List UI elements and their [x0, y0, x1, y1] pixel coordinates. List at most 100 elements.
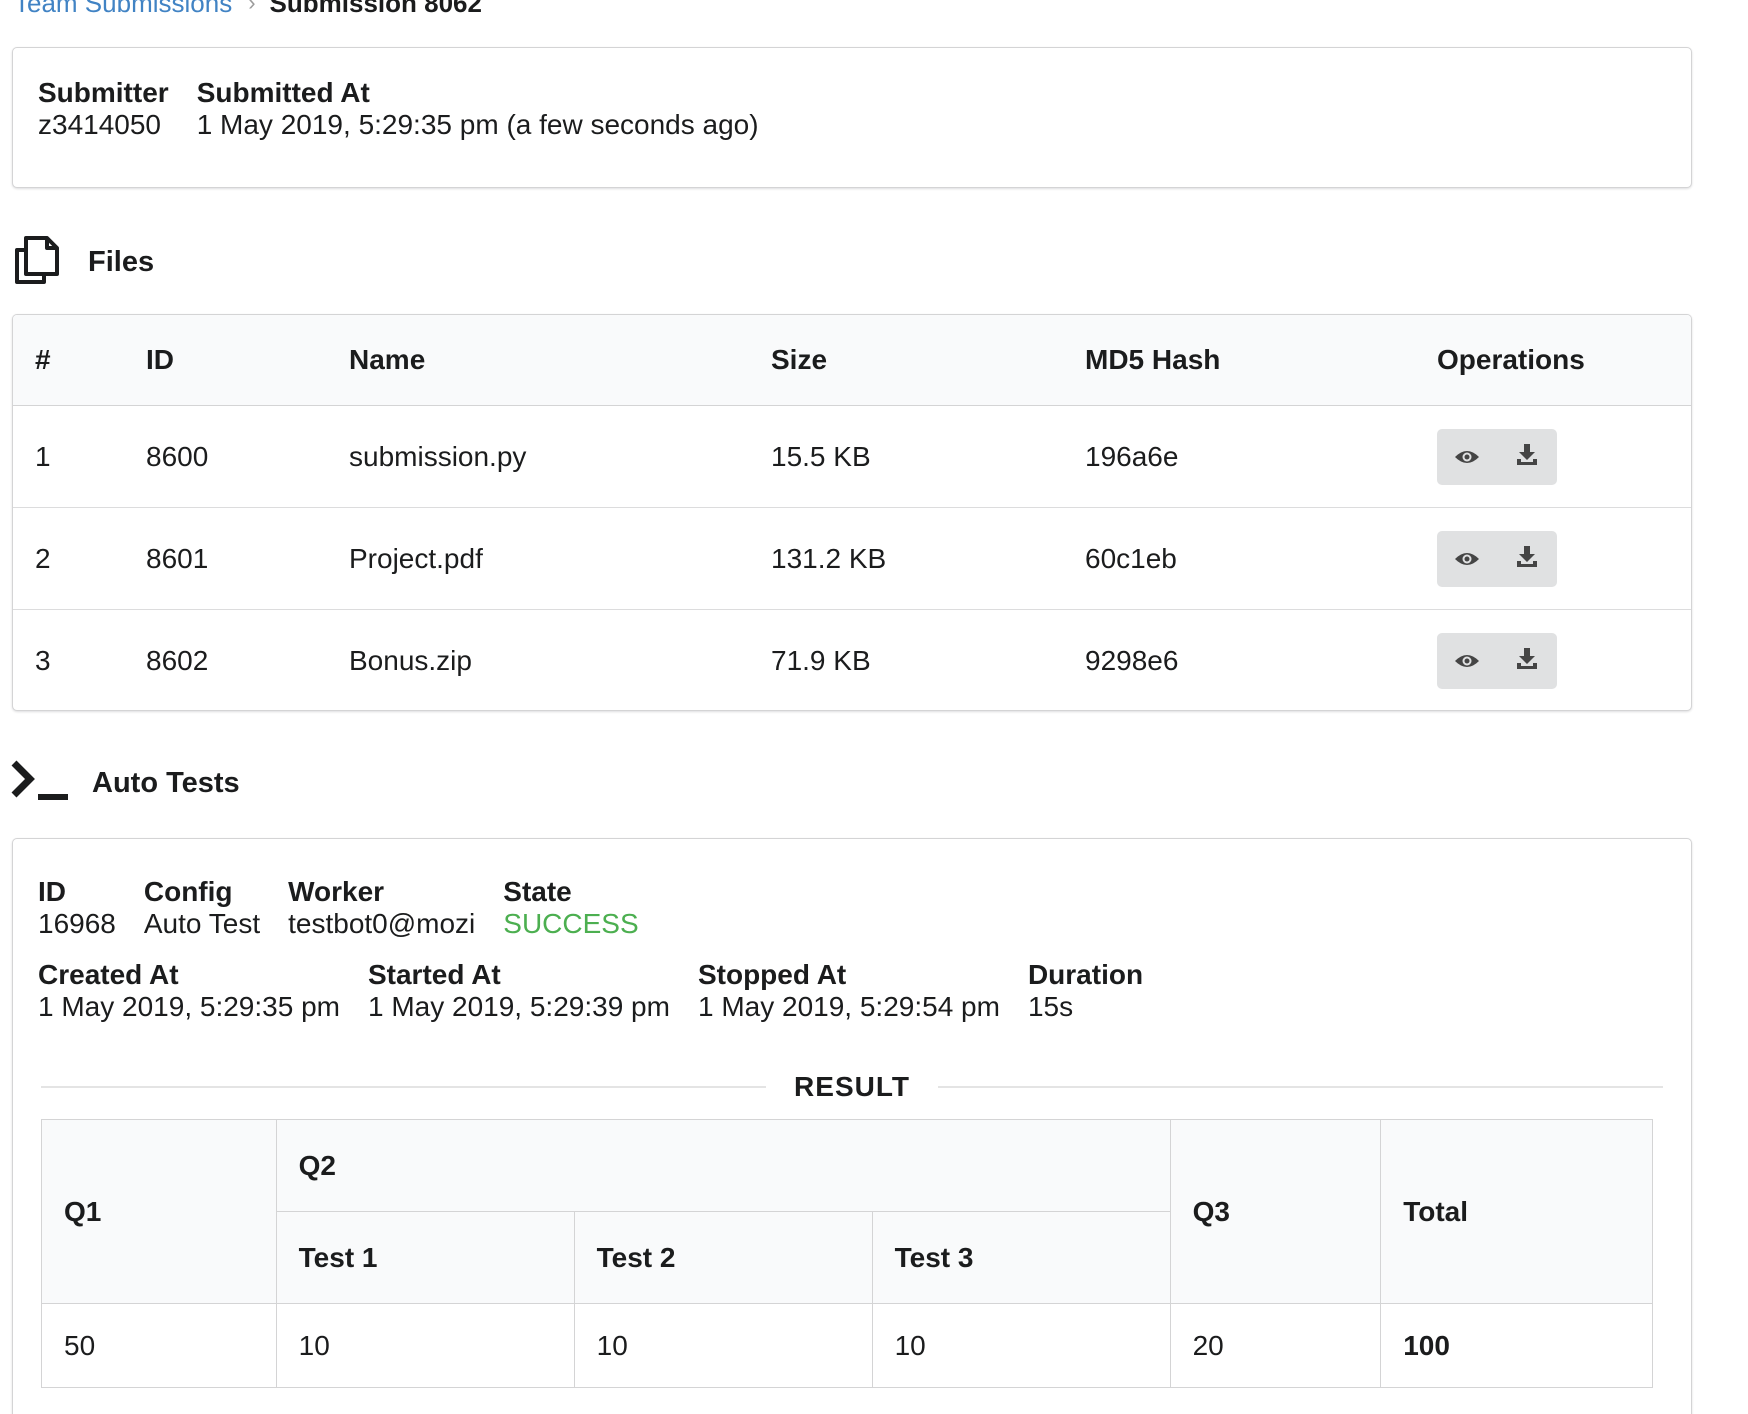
file-md5: 60c1eb — [1063, 507, 1415, 610]
result-header-total: Total — [1380, 1119, 1653, 1304]
files-title: Files — [88, 245, 155, 278]
table-row: 3 8602 Bonus.zip 71.9 KB 9298e6 — [13, 610, 1691, 711]
result-value-test-3: 10 — [871, 1303, 1171, 1388]
files-table-header-row: # ID Name Size MD5 Hash Operations — [13, 315, 1691, 406]
stopped-at-field: Stopped At 1 May 2019, 5:29:54 pm — [698, 959, 1000, 1023]
files-table: # ID Name Size MD5 Hash Operations 1 860… — [13, 315, 1691, 711]
terminal-icon — [10, 759, 70, 808]
stopped-at-label: Stopped At — [697, 959, 847, 990]
config-value: Auto Test — [143, 908, 261, 939]
auto-test-info-row-1: ID 16968 Config Auto Test Worker testbot… — [38, 876, 667, 940]
breadcrumb-team-submissions-link[interactable]: Team Submissions — [14, 0, 232, 18]
result-value-test-2: 10 — [573, 1303, 873, 1388]
worker-label: Worker — [288, 876, 385, 907]
result-header-test-2: Test 2 — [573, 1211, 873, 1304]
file-id: 8601 — [124, 507, 327, 610]
breadcrumb-current: Submission 8062 — [269, 0, 482, 18]
result-value-q3: 20 — [1169, 1303, 1382, 1388]
file-number: 3 — [35, 644, 51, 676]
file-operations — [1415, 610, 1691, 711]
state-value: SUCCESS — [503, 908, 639, 939]
submitter-label: Submitter — [38, 77, 169, 108]
download-icon — [1515, 645, 1539, 677]
breadcrumb: Team Submissions › Submission 8062 — [14, 0, 482, 18]
view-button[interactable] — [1437, 633, 1497, 689]
auto-test-info-row-2: Created At 1 May 2019, 5:29:35 pm Starte… — [38, 959, 1171, 1023]
state-field: State SUCCESS — [503, 876, 638, 940]
view-button[interactable] — [1437, 531, 1497, 587]
started-at-label: Started At — [367, 959, 501, 990]
operations-button-group — [1437, 530, 1557, 587]
auto-tests-title: Auto Tests — [92, 766, 240, 799]
config-field: Config Auto Test — [144, 876, 260, 940]
result-label: RESULT — [794, 1071, 910, 1102]
column-header-number[interactable]: # — [13, 315, 124, 406]
duration-value: 15s — [1027, 991, 1074, 1022]
column-header-id[interactable]: ID — [124, 315, 327, 406]
auto-tests-section-header: Auto Tests — [10, 758, 240, 808]
submission-info-segment: Submitter z3414050 Submitted At 1 May 20… — [12, 47, 1692, 188]
submitter-field: Submitter z3414050 — [38, 77, 169, 141]
result-header-q2: Q2 — [275, 1119, 1171, 1212]
result-header-q1: Q1 — [41, 1119, 277, 1304]
download-button[interactable] — [1497, 633, 1557, 689]
eye-icon — [1454, 441, 1480, 473]
file-operations — [1415, 507, 1691, 610]
test-id-label: ID — [38, 876, 66, 907]
divider-line-left — [41, 1086, 767, 1088]
copy-icon — [14, 235, 60, 290]
duration-field: Duration 15s — [1028, 959, 1143, 1023]
created-at-value: 1 May 2019, 5:29:35 pm — [38, 991, 340, 1022]
file-md5: 196a6e — [1063, 405, 1415, 508]
file-name: submission.py — [327, 405, 749, 508]
column-header-md5[interactable]: MD5 Hash — [1063, 315, 1415, 406]
file-id: 8602 — [146, 644, 209, 676]
eye-icon — [1454, 543, 1480, 575]
column-header-operations: Operations — [1415, 315, 1691, 406]
eye-icon — [1454, 645, 1480, 677]
submitted-at-label: Submitted At — [196, 77, 370, 108]
test-id-field: ID 16968 — [38, 876, 116, 940]
view-button[interactable] — [1437, 429, 1497, 485]
file-number: 2 — [13, 507, 124, 610]
column-header-size[interactable]: Size — [749, 315, 1063, 406]
state-label: State — [503, 876, 572, 907]
result-header-row-1: Q1 Q2 Q3 Total — [41, 1119, 1653, 1304]
result-values-row: 50 10 10 10 20 100 — [41, 1303, 1653, 1388]
config-label: Config — [143, 876, 233, 907]
divider-line-right — [937, 1086, 1664, 1088]
submission-info-row: Submitter z3414050 Submitted At 1 May 20… — [38, 77, 787, 141]
download-button[interactable] — [1497, 429, 1557, 485]
stopped-at-value: 1 May 2019, 5:29:54 pm — [697, 991, 1000, 1022]
files-section-header: Files — [14, 235, 155, 290]
created-at-label: Created At — [38, 959, 179, 990]
worker-field: Worker testbot0@mozi — [288, 876, 475, 940]
table-row: 1 8600 submission.py 15.5 KB 196a6e — [13, 405, 1691, 508]
started-at-value: 1 May 2019, 5:29:39 pm — [367, 991, 670, 1022]
file-name: Bonus.zip — [349, 644, 472, 676]
result-table: Q1 Q2 Q3 Total Test 1 Test 2 Test 3 50 1… — [41, 1119, 1653, 1388]
started-at-field: Started At 1 May 2019, 5:29:39 pm — [368, 959, 670, 1023]
result-header-test-1: Test 1 — [275, 1211, 575, 1304]
file-operations — [1415, 405, 1691, 508]
file-id: 8600 — [124, 405, 327, 508]
result-value-q1: 50 — [41, 1303, 277, 1388]
file-md5: 9298e6 — [1085, 644, 1179, 676]
file-size: 15.5 KB — [749, 405, 1063, 508]
created-at-field: Created At 1 May 2019, 5:29:35 pm — [38, 959, 340, 1023]
submitted-at-value: 1 May 2019, 5:29:35 pm (a few seconds ag… — [196, 109, 759, 140]
file-size: 71.9 KB — [771, 644, 871, 676]
result-header-test-3: Test 3 — [871, 1211, 1171, 1304]
result-divider: RESULT — [41, 1067, 1664, 1107]
column-header-name[interactable]: Name — [327, 315, 749, 406]
file-name: Project.pdf — [327, 507, 749, 610]
result-value-test-1: 10 — [275, 1303, 575, 1388]
file-number: 1 — [13, 405, 124, 508]
duration-label: Duration — [1027, 959, 1144, 990]
operations-button-group — [1437, 428, 1557, 485]
files-table-segment: # ID Name Size MD5 Hash Operations 1 860… — [12, 314, 1692, 711]
result-value-total: 100 — [1380, 1303, 1653, 1388]
download-button[interactable] — [1497, 531, 1557, 587]
download-icon — [1515, 543, 1539, 575]
breadcrumb-separator: › — [248, 0, 256, 15]
